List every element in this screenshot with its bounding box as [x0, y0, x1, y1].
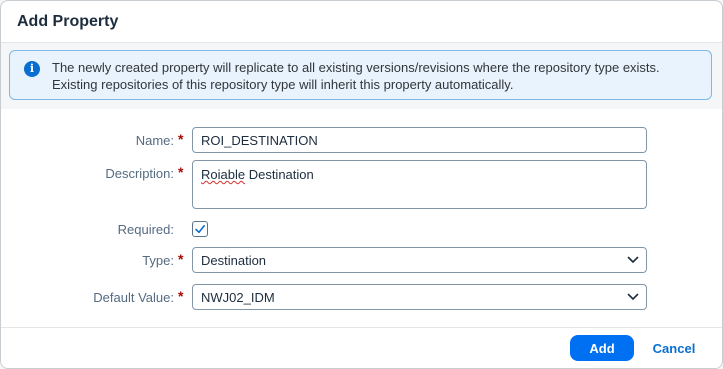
required-asterisk: *: [178, 131, 184, 147]
required-row: Required:: [1, 220, 722, 238]
checkmark-icon: [195, 225, 205, 234]
spellcheck-word: Roiable: [201, 167, 246, 182]
dialog-footer: Add Cancel: [1, 327, 722, 368]
name-label: Name:: [135, 133, 174, 148]
property-form: Name: * ROI_DESTINATION Description: * R…: [1, 109, 722, 327]
required-checkbox[interactable]: [192, 221, 208, 237]
default-value-label: Default Value:: [93, 290, 174, 305]
required-asterisk: *: [178, 288, 184, 304]
info-message-text: The newly created property will replicat…: [52, 60, 660, 92]
dialog-title: Add Property: [17, 12, 119, 30]
dialog-header: Add Property: [1, 1, 722, 43]
type-row: Type: * Destination: [1, 247, 722, 273]
message-strip-area: i The newly created property will replic…: [1, 43, 722, 109]
name-row: Name: * ROI_DESTINATION: [1, 127, 722, 153]
description-value-rest: Destination: [245, 167, 314, 182]
info-message-strip: i The newly created property will replic…: [9, 50, 712, 100]
chevron-down-icon[interactable]: [620, 293, 646, 301]
default-value-value: NWJ02_IDM: [201, 289, 275, 305]
default-value-row: Default Value: * NWJ02_IDM: [1, 284, 722, 310]
required-label: Required:: [117, 222, 174, 237]
name-input[interactable]: ROI_DESTINATION: [192, 127, 647, 153]
info-icon: i: [24, 61, 40, 77]
description-row: Description: * Roiable Destination: [1, 160, 722, 209]
description-value: Roiable Destination: [201, 167, 646, 182]
description-label: Description:: [105, 166, 174, 181]
chevron-down-icon[interactable]: [620, 256, 646, 264]
default-value-select[interactable]: NWJ02_IDM: [192, 284, 647, 310]
type-value: Destination: [201, 252, 267, 268]
cancel-button[interactable]: Cancel: [641, 335, 707, 361]
type-label: Type:: [142, 253, 174, 268]
name-value: ROI_DESTINATION: [201, 132, 318, 148]
required-asterisk: *: [178, 251, 184, 267]
add-button[interactable]: Add: [570, 335, 634, 361]
type-select[interactable]: Destination: [192, 247, 647, 273]
add-property-dialog: Add Property i The newly created propert…: [0, 0, 723, 369]
description-textarea[interactable]: Roiable Destination: [192, 160, 647, 209]
required-asterisk: *: [178, 164, 184, 180]
